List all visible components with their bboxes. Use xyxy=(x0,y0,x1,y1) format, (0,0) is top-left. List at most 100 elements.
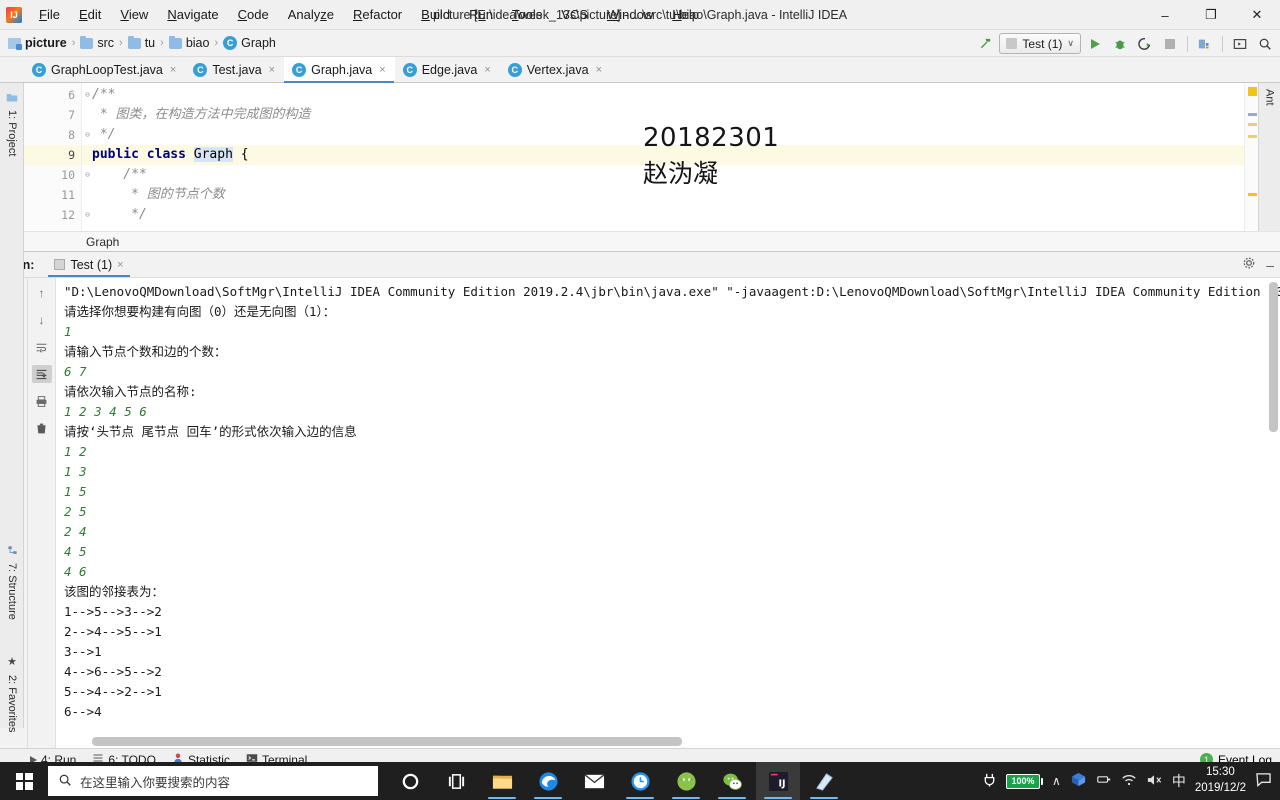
menu-view[interactable]: View xyxy=(111,3,157,26)
editor-tab-vertex[interactable]: C Vertex.java × xyxy=(500,57,611,82)
tool-window-button-structure[interactable]: 7: Structure xyxy=(0,545,24,620)
scroll-to-end-icon[interactable] xyxy=(31,365,52,383)
close-icon[interactable]: × xyxy=(379,64,385,76)
project-structure-icon[interactable] xyxy=(1194,33,1216,55)
debug-icon[interactable] xyxy=(1109,33,1131,55)
code-editor[interactable]: 6 ⊖ 7 8 ⊖ 9 10 ⊖ 11 12 ⊖ /** * 图类，在构造方法中完成图的… xyxy=(0,83,1280,231)
usb-icon[interactable] xyxy=(1096,773,1112,789)
power-plug-icon[interactable] xyxy=(982,772,997,790)
notes-icon[interactable] xyxy=(802,762,846,800)
warning-marker[interactable] xyxy=(1248,123,1257,126)
android-studio-icon[interactable] xyxy=(664,762,708,800)
breadcrumb-item-biao[interactable]: biao xyxy=(168,35,209,50)
scrollbar-thumb[interactable] xyxy=(92,737,682,746)
warning-marker[interactable] xyxy=(1248,87,1257,96)
soft-wrap-icon[interactable] xyxy=(32,338,52,356)
stop-icon[interactable] xyxy=(1159,33,1181,55)
gear-icon[interactable] xyxy=(1242,256,1256,273)
minimize-icon[interactable]: – xyxy=(1266,257,1274,273)
updates-icon[interactable] xyxy=(1229,33,1251,55)
close-icon[interactable]: × xyxy=(484,64,490,76)
cortana-icon[interactable] xyxy=(388,762,432,800)
close-icon[interactable]: × xyxy=(117,259,123,271)
editor-tab-label: Edge.java xyxy=(421,62,478,77)
battery-tip xyxy=(1041,777,1044,785)
editor-marker-gutter[interactable] xyxy=(1244,83,1258,231)
console-line: 请依次输入节点的名称: xyxy=(64,384,197,399)
chevron-up-icon[interactable]: ∧ xyxy=(1052,774,1061,788)
java-class-icon: C xyxy=(507,62,522,77)
line-number: 6 ⊖ xyxy=(68,88,90,102)
clear-all-icon[interactable] xyxy=(32,419,52,437)
close-icon[interactable]: × xyxy=(269,64,275,76)
editor-tab-graph[interactable]: C Graph.java × xyxy=(284,57,395,83)
close-icon[interactable]: × xyxy=(170,64,176,76)
ant-tool-window-button[interactable]: Ant xyxy=(1264,89,1276,106)
scrollbar-thumb[interactable] xyxy=(1269,282,1278,432)
console-horizontal-scrollbar[interactable] xyxy=(92,737,1050,746)
edge-icon[interactable] xyxy=(526,762,570,800)
editor-tab-label: Vertex.java xyxy=(526,62,589,77)
clock-icon[interactable] xyxy=(618,762,662,800)
run-tab-label: Test (1) xyxy=(70,257,113,272)
wifi-icon[interactable] xyxy=(1121,773,1137,790)
run-tab-test[interactable]: Test (1) × xyxy=(48,252,130,277)
close-button[interactable]: ✕ xyxy=(1234,0,1280,30)
menu-code[interactable]: Code xyxy=(229,3,278,26)
close-icon[interactable]: × xyxy=(596,64,602,76)
up-arrow-icon[interactable]: ↑ xyxy=(32,284,52,302)
breadcrumb-item-src[interactable]: src xyxy=(80,35,114,50)
toolbar-divider xyxy=(1187,35,1188,52)
ime-indicator[interactable]: 中 xyxy=(1172,771,1186,791)
breadcrumb-label-graph: Graph xyxy=(241,36,276,50)
keyword-class: class xyxy=(146,147,186,162)
taskbar-clock[interactable]: 15:30 2019/12/2 xyxy=(1195,765,1246,796)
code-text-area[interactable]: /** * 图类，在构造方法中完成图的构造 */ public class Gr… xyxy=(82,83,1244,231)
breadcrumb-item-tu[interactable]: tu xyxy=(127,35,155,50)
console-line-input: 1 2 3 4 5 6 xyxy=(64,404,147,419)
mail-icon[interactable] xyxy=(572,762,616,800)
menu-navigate[interactable]: Navigate xyxy=(158,3,227,26)
caret-marker[interactable] xyxy=(1248,113,1257,116)
maximize-button[interactable]: ❐ xyxy=(1188,0,1234,30)
editor-tab-test[interactable]: C Test.java × xyxy=(185,57,284,82)
intellij-idea-icon[interactable]: IJ xyxy=(756,762,800,800)
windows-start-icon[interactable] xyxy=(0,762,48,800)
warning-marker[interactable] xyxy=(1248,193,1257,196)
breadcrumb-item-picture[interactable]: picture xyxy=(8,36,67,50)
down-arrow-icon[interactable]: ↓ xyxy=(32,311,52,329)
run-icon[interactable] xyxy=(1084,33,1106,55)
tool-window-button-project[interactable]: 1: Project xyxy=(0,87,24,156)
run-with-coverage-icon[interactable] xyxy=(1134,33,1156,55)
print-icon[interactable] xyxy=(32,392,52,410)
main-toolbar: Test (1) ∨ xyxy=(974,30,1276,57)
menu-file[interactable]: File xyxy=(30,3,69,26)
console-output[interactable]: "D:\LenovoQMDownload\SoftMgr\IntelliJ ID… xyxy=(56,278,1280,748)
editor-tab-edge[interactable]: C Edge.java × xyxy=(395,57,500,82)
editor-tab-graphlooptest[interactable]: C GraphLoopTest.java × xyxy=(24,57,185,82)
file-explorer-icon[interactable] xyxy=(480,762,524,800)
menu-edit[interactable]: Edit xyxy=(70,3,110,26)
console-line: 请按‘头节点 尾节点 回车’的形式依次输入边的信息 xyxy=(64,424,357,439)
taskbar-search-input[interactable]: 在这里输入你要搜索的内容 xyxy=(48,766,378,796)
console-vertical-scrollbar[interactable] xyxy=(1269,282,1278,734)
menu-refactor[interactable]: Refactor xyxy=(344,3,411,26)
task-view-icon[interactable] xyxy=(434,762,478,800)
intellij-idea-window: IJ File Edit View Navigate Code Analyze … xyxy=(0,0,1280,800)
battery-indicator[interactable]: 100% xyxy=(1006,773,1044,789)
java-class-icon: C xyxy=(32,62,46,77)
menu-analyze[interactable]: Analyze xyxy=(279,3,343,26)
warning-marker[interactable] xyxy=(1248,135,1257,138)
hammer-icon[interactable] xyxy=(974,33,996,55)
code-line: * 图的节点个数 xyxy=(92,187,225,202)
minimize-button[interactable]: – xyxy=(1142,0,1188,30)
action-center-icon[interactable] xyxy=(1255,772,1272,790)
breadcrumb-item-graph[interactable]: C Graph xyxy=(223,36,276,50)
search-icon[interactable] xyxy=(1254,33,1276,55)
title-bar: IJ File Edit View Navigate Code Analyze … xyxy=(0,0,1280,30)
run-configuration-selector[interactable]: Test (1) ∨ xyxy=(999,33,1081,54)
tool-window-button-favorites[interactable]: ★ 2: Favorites xyxy=(0,655,24,732)
volume-muted-icon[interactable] xyxy=(1146,773,1163,790)
wechat-icon[interactable] xyxy=(710,762,754,800)
cloud-icon[interactable] xyxy=(1070,771,1087,791)
